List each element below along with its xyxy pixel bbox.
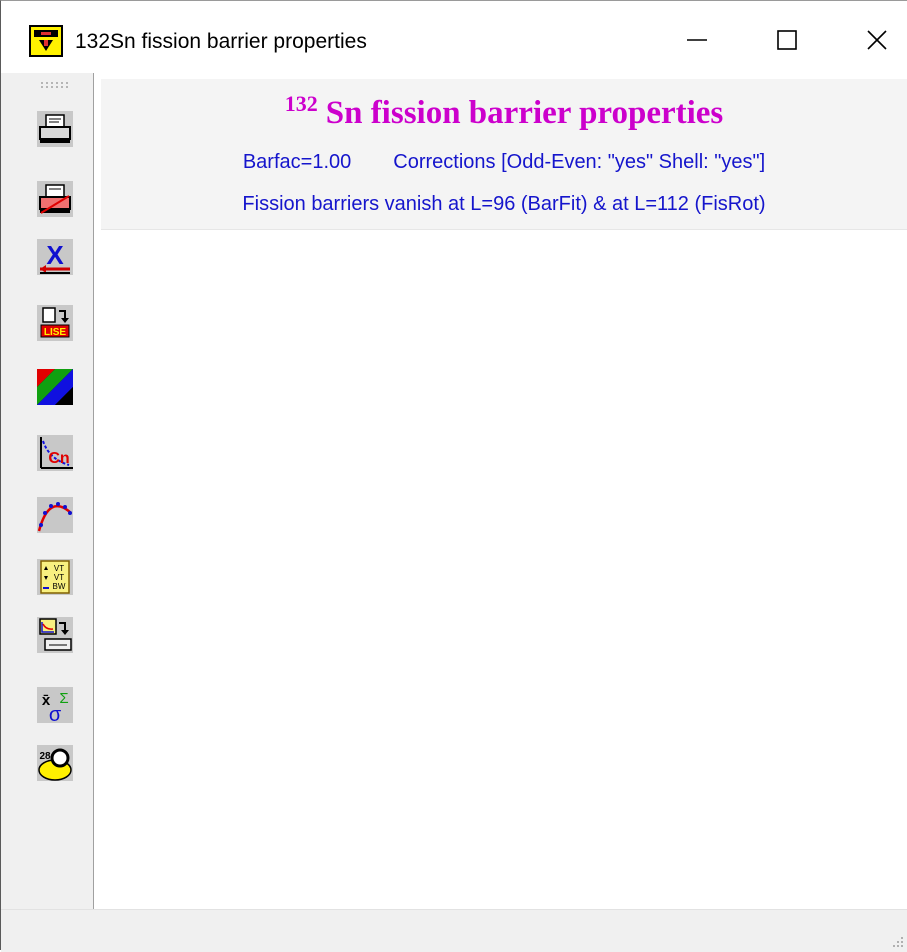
maximize-icon bbox=[777, 30, 797, 50]
curve-fit-button[interactable] bbox=[35, 495, 75, 535]
toolbar-grip-icon[interactable] bbox=[39, 81, 73, 89]
nucleus-button[interactable]: 28 bbox=[35, 743, 75, 783]
plot-area[interactable] bbox=[101, 231, 907, 907]
corrections-value: Corrections [Odd-Even: "yes" Shell: "yes… bbox=[393, 151, 766, 173]
plot-title: 132 Sn fission barrier properties bbox=[101, 91, 907, 132]
export-lise-button[interactable]: LISE bbox=[35, 303, 75, 343]
toolbar-separator-highlight bbox=[94, 73, 95, 909]
statistics-icon: x̄ Σ σ bbox=[37, 687, 73, 725]
close-x-icon: X bbox=[37, 239, 73, 275]
copy-plot-button[interactable] bbox=[35, 615, 75, 655]
status-bar bbox=[1, 909, 907, 952]
export-lise-icon: LISE bbox=[37, 305, 73, 341]
plot-cn-button[interactable]: Cn bbox=[35, 433, 75, 473]
minimize-button[interactable] bbox=[667, 15, 727, 65]
printer-color-icon bbox=[37, 181, 73, 217]
color-palette-button[interactable] bbox=[35, 367, 75, 407]
printer-icon bbox=[37, 111, 73, 147]
plot-badge: Cn bbox=[48, 450, 69, 467]
title-text: Sn fission barrier properties bbox=[325, 95, 724, 131]
app-icon[interactable] bbox=[29, 25, 63, 57]
vt-label-2: VT bbox=[54, 573, 64, 582]
copy-plot-icon bbox=[37, 617, 73, 653]
barfac-corrections-line: Barfac=1.00 Corrections [Odd-Even: "yes" … bbox=[101, 151, 907, 174]
vt-settings-button[interactable]: VT VT BW bbox=[35, 557, 75, 597]
title-bar[interactable]: 132Sn fission barrier properties bbox=[1, 1, 907, 73]
barrier-vanish-line: Fission barriers vanish at L=96 (BarFit)… bbox=[242, 193, 766, 215]
color-palette-icon bbox=[37, 369, 73, 405]
x-axis-button[interactable]: X bbox=[35, 237, 75, 277]
nucleus-mass: 28 bbox=[39, 751, 51, 762]
title-mass-number: 132 bbox=[284, 91, 318, 116]
close-button[interactable] bbox=[847, 15, 907, 65]
vt-label-1: VT bbox=[54, 564, 64, 573]
statistics-button[interactable]: x̄ Σ σ bbox=[35, 685, 75, 725]
nucleus-icon: 28 bbox=[37, 745, 73, 781]
print-color-button[interactable] bbox=[35, 179, 75, 219]
resize-grip-icon[interactable] bbox=[890, 934, 904, 948]
window-title: 132Sn fission barrier properties bbox=[75, 30, 367, 53]
svg-text:X: X bbox=[46, 240, 64, 270]
close-icon bbox=[867, 30, 887, 50]
bw-label: BW bbox=[53, 582, 66, 591]
export-badge: LISE bbox=[44, 327, 67, 338]
minimize-icon bbox=[687, 39, 707, 41]
curve-fit-icon bbox=[37, 497, 73, 533]
barfac-value: Barfac=1.00 bbox=[242, 151, 352, 173]
app-window: 132 Sn fission barrier properties X LISE … bbox=[0, 0, 907, 952]
vt-settings-icon: VT VT BW bbox=[37, 559, 73, 595]
maximize-button[interactable] bbox=[757, 15, 817, 65]
print-button[interactable] bbox=[35, 109, 75, 149]
plot-header: 132 Sn fission barrier properties Barfac=… bbox=[101, 79, 907, 230]
plot-cn-icon: Cn bbox=[37, 435, 73, 471]
sigma-symbol: σ bbox=[49, 704, 62, 725]
